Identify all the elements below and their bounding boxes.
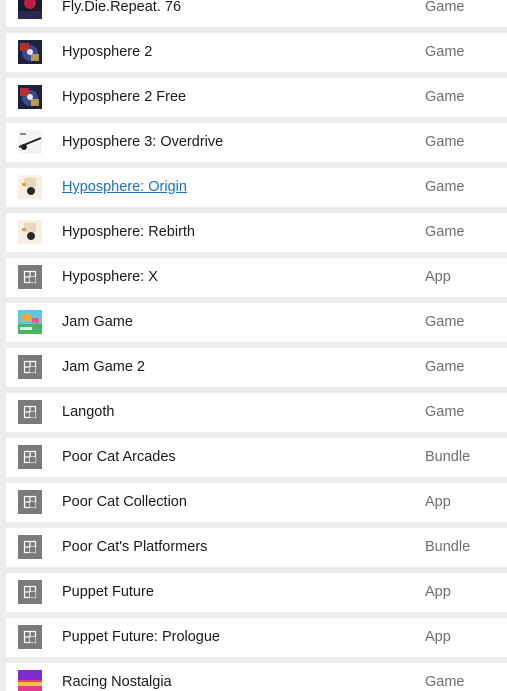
item-name-link[interactable]: Hyposphere: Origin [62,168,187,207]
item-name: Hyposphere 2 Free [62,89,187,105]
item-type: App [425,494,451,510]
item-name: Hyposphere: Rebirth [62,224,195,240]
placeholder-app-icon [18,355,42,379]
item-name: Hyposphere 2 [62,44,153,60]
item-type: Bundle [425,449,471,465]
list-item[interactable]: Langoth Game [6,393,507,432]
item-type: App [425,269,451,285]
item-type: Game [425,134,465,150]
list-item[interactable]: Poor Cat Collection App [6,483,507,522]
list-item[interactable]: Hyposphere: Origin Game [6,168,507,207]
item-type: Game [425,179,465,195]
list-item[interactable]: Hyposphere 3: Overdrive Game [6,123,507,162]
hyposphere-origin-thumbnail-icon [18,175,42,199]
list-item[interactable]: Hyposphere 2 Free Game [6,78,507,117]
list-item[interactable]: Jam Game Game [6,303,507,342]
list-item[interactable]: Poor Cat's Platformers Bundle [6,528,507,567]
item-type: Game [425,224,465,240]
item-name: Jam Game [62,314,133,330]
list-item[interactable]: Puppet Future: Prologue App [6,618,507,657]
placeholder-app-icon [18,625,42,649]
list-item[interactable]: Hyposphere: Rebirth Game [6,213,507,252]
list-item[interactable]: Jam Game 2 Game [6,348,507,387]
placeholder-app-icon [18,445,42,469]
item-name: Puppet Future [62,584,154,600]
placeholder-app-icon [18,580,42,604]
list-item[interactable]: Poor Cat Arcades Bundle [6,438,507,477]
fly-die-repeat-thumbnail-icon [18,0,42,19]
item-name: Racing Nostalgia [62,674,172,690]
item-type: Game [425,404,465,420]
hyposphere-2-free-thumbnail-icon [18,85,42,109]
racing-nostalgia-thumbnail-icon [18,670,42,691]
item-type: Game [425,89,465,105]
item-type: App [425,629,451,645]
item-type: Bundle [425,539,471,555]
list-item[interactable]: Hyposphere 2 Game [6,33,507,72]
placeholder-app-icon [18,265,42,289]
item-type: Game [425,0,465,15]
list-item[interactable]: Hyposphere: X App [6,258,507,297]
item-type: Game [425,44,465,60]
hyposphere-2-thumbnail-icon [18,40,42,64]
item-name: Fly.Die.Repeat. 76 [62,0,182,15]
item-name: Hyposphere 3: Overdrive [62,134,224,150]
list-item[interactable]: Fly.Die.Repeat. 76 Game [6,0,507,27]
jam-game-thumbnail-icon [18,310,42,334]
item-name: Poor Cat Arcades [62,449,176,465]
placeholder-app-icon [18,400,42,424]
item-name: Langoth [62,404,115,420]
item-type: Game [425,359,465,375]
placeholder-app-icon [18,535,42,559]
item-type: Game [425,314,465,330]
hyposphere-3-thumbnail-icon [18,130,42,154]
item-name: Puppet Future: Prologue [62,629,220,645]
placeholder-app-icon [18,490,42,514]
item-name: Poor Cat's Platformers [62,539,208,555]
item-name: Jam Game 2 [62,359,145,375]
list-item[interactable]: Racing Nostalgia Game [6,663,507,691]
item-name: Hyposphere: X [62,269,158,285]
hyposphere-rebirth-thumbnail-icon [18,220,42,244]
item-name: Poor Cat Collection [62,494,187,510]
library-list: Fly.Die.Repeat. 76 Game Hyposphere 2 Game Hy… [0,0,507,691]
item-type: Game [425,674,465,690]
item-type: App [425,584,451,600]
list-item[interactable]: Puppet Future App [6,573,507,612]
